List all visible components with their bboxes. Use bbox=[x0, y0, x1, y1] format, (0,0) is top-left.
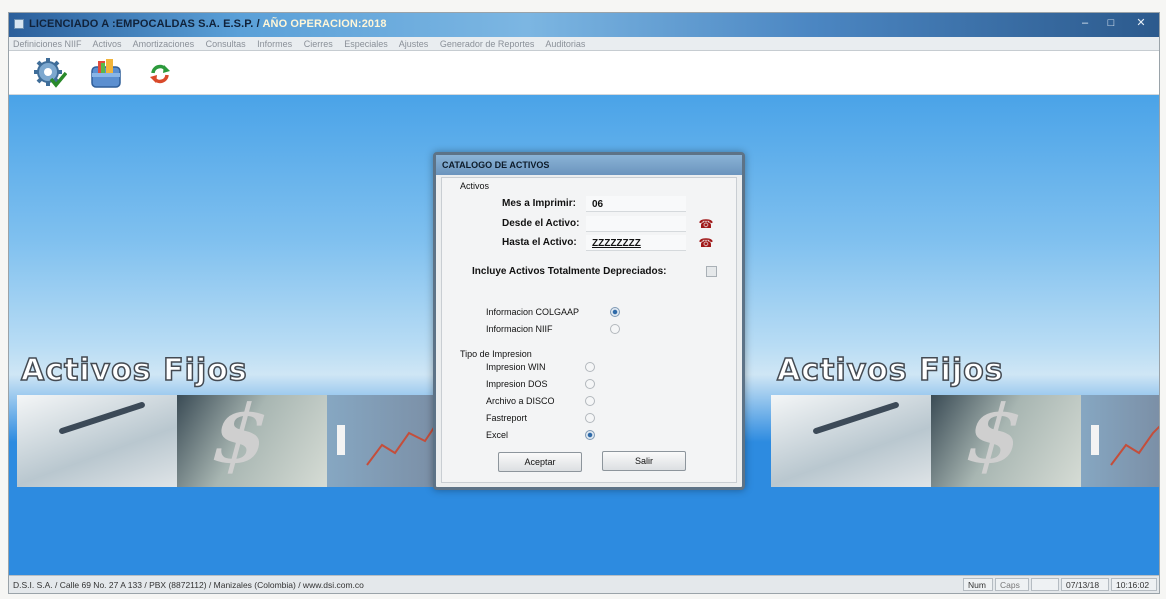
title-separator: / bbox=[253, 18, 263, 30]
group-label-activos: Activos bbox=[460, 181, 490, 191]
excel-radio[interactable] bbox=[585, 430, 595, 440]
status-caps: Caps bbox=[995, 578, 1029, 591]
dollar-photo: $ bbox=[177, 387, 327, 487]
info-niif-radio[interactable] bbox=[610, 324, 620, 334]
window-title: LICENCIADO A :EMPOCALDAS S.A. E.S.P. / A… bbox=[29, 18, 387, 30]
banner-title-left: Activos Fijos bbox=[20, 352, 248, 389]
lookup-desde-icon[interactable]: ☎ bbox=[698, 216, 714, 232]
briefcase-icon[interactable] bbox=[89, 57, 123, 89]
status-address: D.S.I. S.A. / Calle 69 No. 27 A 133 / PB… bbox=[13, 580, 364, 590]
minimize-button[interactable]: – bbox=[1073, 15, 1097, 31]
maximize-button[interactable]: □ bbox=[1099, 15, 1123, 31]
impresion-dos-label: Impresion DOS bbox=[486, 379, 548, 389]
mes-value: 06 bbox=[592, 199, 604, 210]
hasta-value: ZZZZZZZZ bbox=[592, 238, 641, 249]
tipo-impresion-label: Tipo de Impresion bbox=[460, 349, 532, 359]
info-colgaap-label: Informacion COLGAAP bbox=[486, 307, 580, 317]
fastreport-label: Fastreport bbox=[486, 413, 528, 423]
catalogo-activos-dialog: CATALOGO DE ACTIVOS Activos Mes a Imprim… bbox=[433, 152, 745, 490]
lookup-hasta-icon[interactable]: ☎ bbox=[698, 235, 714, 251]
banner-title-right: Activos Fijos bbox=[776, 352, 1004, 389]
desde-label: Desde el Activo: bbox=[502, 218, 580, 229]
status-date: 07/13/18 bbox=[1061, 578, 1109, 591]
app-icon bbox=[14, 19, 24, 29]
dialog-body: Activos Mes a Imprimir: 06 Desde el Acti… bbox=[441, 177, 737, 483]
info-niif-label: Informacion NIIF bbox=[486, 324, 553, 334]
menu-item-generador[interactable]: Generador de Reportes bbox=[440, 39, 535, 49]
gear-check-icon[interactable] bbox=[33, 57, 67, 89]
banner-image-left: $ bbox=[17, 387, 438, 487]
menu-item-activos[interactable]: Activos bbox=[93, 39, 122, 49]
banner-image-right: $ bbox=[771, 387, 1159, 487]
archivo-disco-radio[interactable] bbox=[585, 396, 595, 406]
title-bar[interactable]: LICENCIADO A :EMPOCALDAS S.A. E.S.P. / A… bbox=[9, 13, 1159, 37]
title-license: LICENCIADO A :EMPOCALDAS S.A. E.S.P. bbox=[29, 18, 254, 30]
graph-photo bbox=[327, 395, 438, 487]
salir-button[interactable]: Salir bbox=[602, 451, 686, 471]
menu-item-auditorias[interactable]: Auditorias bbox=[545, 39, 585, 49]
menu-item-especiales[interactable]: Especiales bbox=[344, 39, 388, 49]
hasta-label: Hasta el Activo: bbox=[502, 237, 577, 248]
dialog-title: CATALOGO DE ACTIVOS bbox=[436, 155, 742, 175]
impresion-win-radio[interactable] bbox=[585, 362, 595, 372]
impresion-dos-radio[interactable] bbox=[585, 379, 595, 389]
menu-item-informes[interactable]: Informes bbox=[257, 39, 292, 49]
menu-item-definiciones[interactable]: Definiciones NIIF bbox=[13, 39, 82, 49]
pen-photo-right bbox=[771, 395, 931, 487]
menu-item-ajustes[interactable]: Ajustes bbox=[399, 39, 429, 49]
graph-photo-right bbox=[1081, 395, 1159, 487]
incluye-checkbox[interactable] bbox=[706, 266, 717, 277]
menu-item-cierres[interactable]: Cierres bbox=[304, 39, 333, 49]
close-button[interactable]: ✕ bbox=[1129, 15, 1153, 31]
menu-item-amortizaciones[interactable]: Amortizaciones bbox=[133, 39, 195, 49]
info-colgaap-radio[interactable] bbox=[610, 307, 620, 317]
toolbar bbox=[9, 51, 1159, 95]
menu-item-consultas[interactable]: Consultas bbox=[206, 39, 246, 49]
status-blank-cell bbox=[1031, 578, 1059, 591]
status-num: Num bbox=[963, 578, 993, 591]
incluye-label: Incluye Activos Totalmente Depreciados: bbox=[472, 266, 667, 277]
pen-photo bbox=[17, 395, 177, 487]
mes-label: Mes a Imprimir: bbox=[502, 198, 576, 209]
status-bar: D.S.I. S.A. / Calle 69 No. 27 A 133 / PB… bbox=[9, 575, 1159, 593]
desde-field[interactable] bbox=[586, 216, 686, 232]
excel-label: Excel bbox=[486, 430, 509, 440]
dollar-photo-right: $ bbox=[931, 387, 1081, 487]
sync-arrows-icon[interactable] bbox=[149, 63, 171, 85]
status-time: 10:16:02 bbox=[1111, 578, 1157, 591]
screenshot-frame: LICENCIADO A :EMPOCALDAS S.A. E.S.P. / A… bbox=[8, 12, 1160, 594]
title-year: AÑO OPERACION:2018 bbox=[262, 18, 387, 30]
impresion-win-label: Impresion WIN bbox=[486, 362, 546, 372]
aceptar-button[interactable]: Aceptar bbox=[498, 452, 582, 472]
archivo-disco-label: Archivo a DISCO bbox=[486, 396, 555, 406]
fastreport-radio[interactable] bbox=[585, 413, 595, 423]
menu-bar: Definiciones NIIF Activos Amortizaciones… bbox=[9, 37, 1159, 51]
